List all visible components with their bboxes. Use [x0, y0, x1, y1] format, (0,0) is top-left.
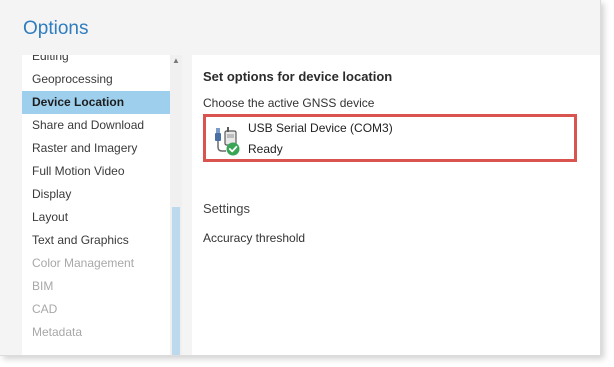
nav-item-text-and-graphics[interactable]: Text and Graphics	[22, 229, 170, 252]
accuracy-threshold-label: Accuracy threshold	[203, 231, 306, 245]
nav-scrollbar[interactable]: ▲	[170, 55, 182, 355]
options-nav-panel: Editing Geoprocessing Device Location Sh…	[22, 55, 182, 355]
nav-item-display[interactable]: Display	[22, 183, 170, 206]
nav-item-bim[interactable]: BIM	[22, 275, 170, 298]
device-location-panel: Set options for device location Choose t…	[192, 55, 600, 355]
usb-device-icon	[212, 125, 242, 157]
dialog-title: Options	[23, 18, 89, 39]
nav-item-device-location[interactable]: Device Location	[22, 91, 170, 114]
options-dialog: Options Editing Geoprocessing Device Loc…	[0, 0, 601, 356]
nav-item-cad[interactable]: CAD	[22, 298, 170, 321]
nav-item-geoprocessing[interactable]: Geoprocessing	[22, 68, 170, 91]
scroll-thumb[interactable]	[172, 207, 180, 355]
nav-item-metadata[interactable]: Metadata	[22, 321, 170, 344]
device-name: USB Serial Device (COM3)	[248, 121, 393, 135]
gnss-device-item[interactable]: USB Serial Device (COM3) Ready	[203, 114, 577, 162]
triangle-up-icon[interactable]: ▲	[170, 55, 182, 67]
panel-heading: Set options for device location	[203, 69, 393, 84]
nav-item-full-motion-video[interactable]: Full Motion Video	[22, 160, 170, 183]
nav-item-editing[interactable]: Editing	[22, 55, 170, 68]
device-prompt-label: Choose the active GNSS device	[203, 96, 375, 110]
nav-item-color-management[interactable]: Color Management	[22, 252, 170, 275]
check-circle-icon	[226, 142, 240, 156]
nav-item-layout[interactable]: Layout	[22, 206, 170, 229]
nav-item-share-and-download[interactable]: Share and Download	[22, 114, 170, 137]
settings-section-title: Settings	[203, 201, 250, 216]
nav-item-raster-and-imagery[interactable]: Raster and Imagery	[22, 137, 170, 160]
options-nav-list: Editing Geoprocessing Device Location Sh…	[22, 55, 170, 344]
device-status: Ready	[248, 142, 283, 156]
